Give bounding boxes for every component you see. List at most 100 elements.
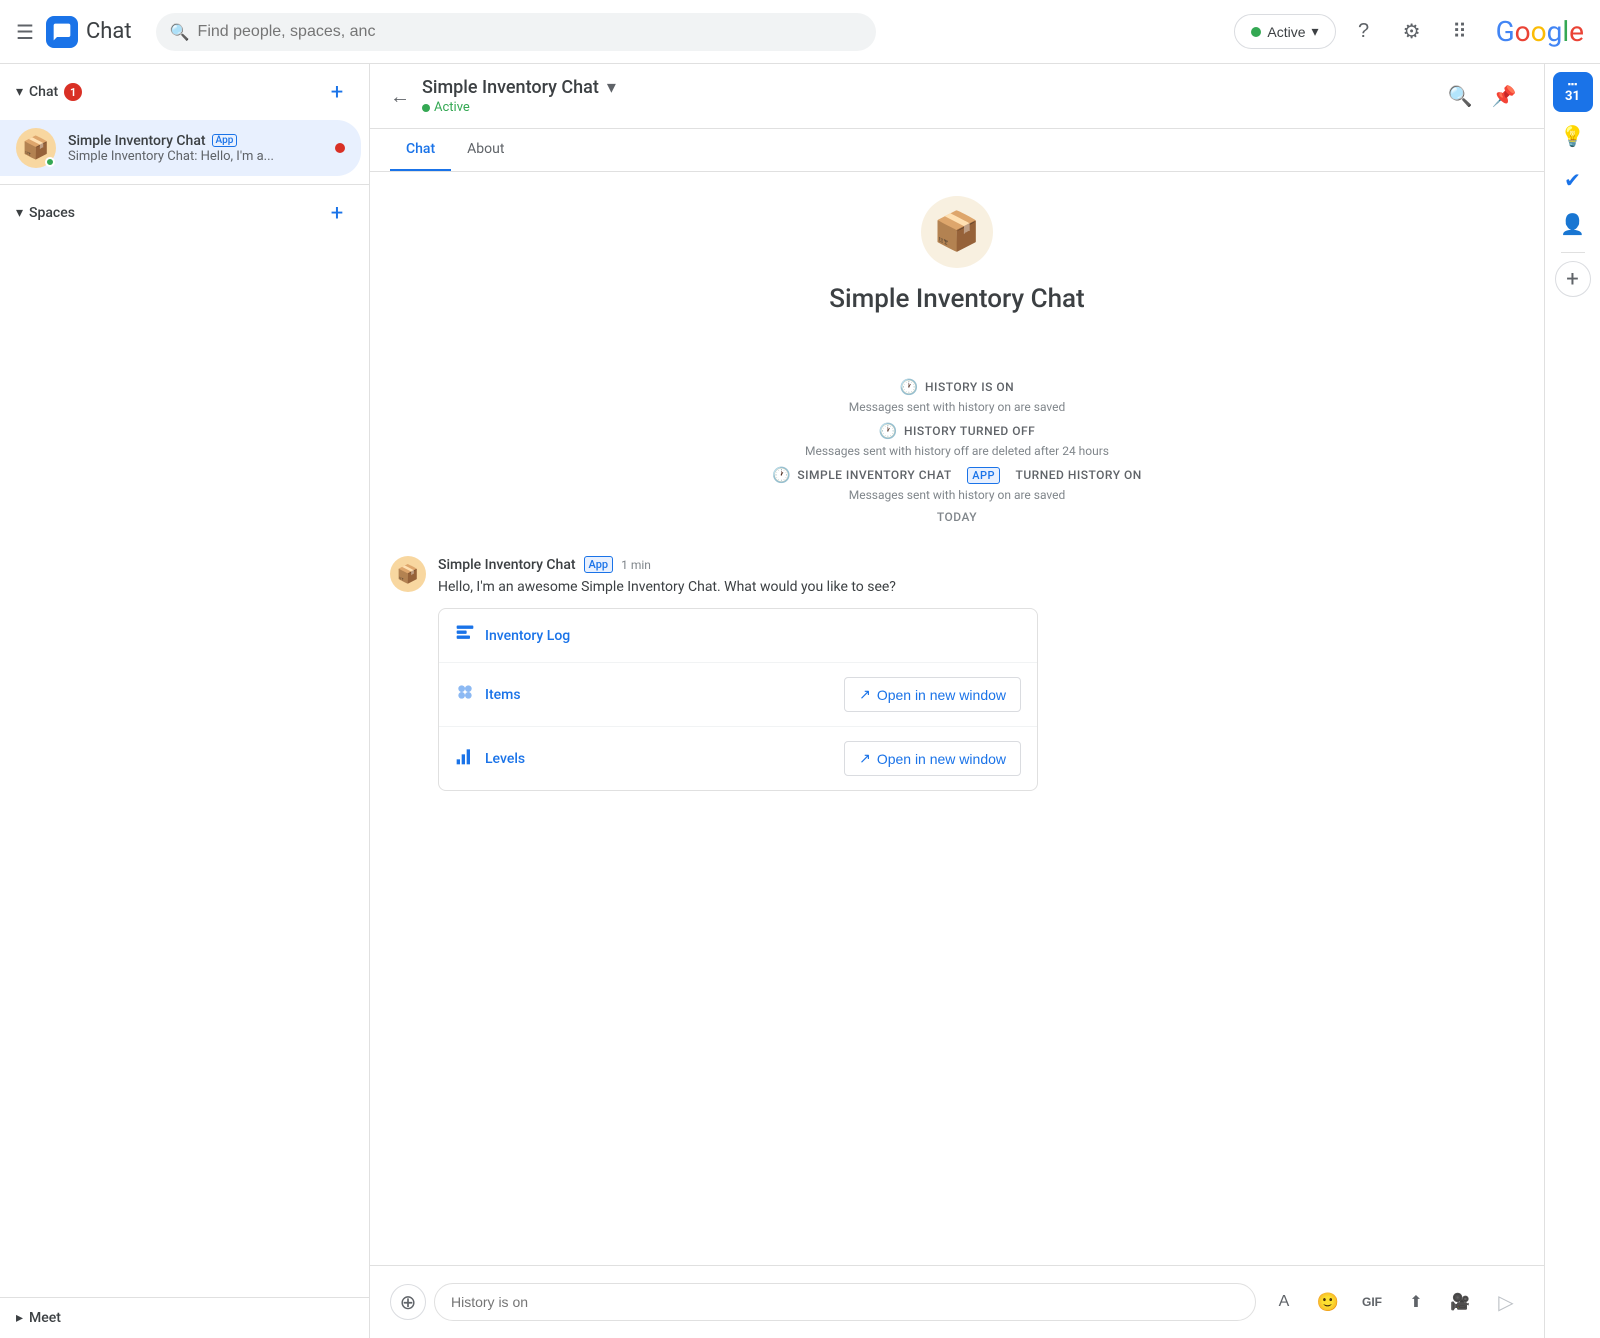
history-on2-icon: 🕐 — [772, 466, 791, 484]
chat-item-info: Simple Inventory Chat App Simple Invento… — [68, 133, 335, 164]
levels-open-new-window-button[interactable]: ↗ Open in new window — [844, 741, 1021, 776]
history-section: 🕐 HISTORY IS ON Messages sent with histo… — [390, 378, 1524, 524]
input-icons: A 🙂 GIF ⬆ 🎥 — [1264, 1282, 1480, 1322]
card-row-left-items: Items — [455, 682, 521, 707]
app-name-label: Chat — [86, 19, 132, 44]
spaces-section: ▾ Spaces + — [0, 184, 369, 241]
message-content: Simple Inventory Chat App 1 min Hello, I… — [438, 556, 1524, 791]
unread-dot — [335, 143, 345, 153]
spaces-section-title: ▾ Spaces — [16, 205, 75, 221]
history-on2-notice: 🕐 SIMPLE INVENTORY CHAT APP TURNED HISTO… — [390, 466, 1524, 502]
levels-label[interactable]: Levels — [485, 751, 525, 767]
chat-section-title: ▾ Chat 1 — [16, 83, 82, 101]
header-search-button[interactable]: 🔍 — [1440, 76, 1480, 116]
message-input[interactable] — [434, 1283, 1256, 1321]
meet-section-header[interactable]: ▸ Meet — [0, 1298, 369, 1338]
message-sender: Simple Inventory Chat — [438, 557, 576, 573]
spaces-section-header[interactable]: ▾ Spaces + — [0, 185, 369, 241]
app-logo: Chat — [46, 16, 132, 48]
calendar-sidebar-item[interactable]: ▪▪▪ 31 — [1553, 72, 1593, 112]
chat-header: ← Simple Inventory Chat ▾ Active 🔍 📌 — [370, 64, 1544, 129]
sidebar: ▾ Chat 1 + 📦 Simple Inventory Chat App S… — [0, 64, 370, 1338]
message-avatar: 📦 — [390, 556, 426, 592]
history-on-row: 🕐 HISTORY IS ON — [900, 378, 1014, 396]
app-badge-small: App — [212, 134, 238, 147]
text-format-button[interactable]: A — [1264, 1282, 1304, 1322]
chat-header-info: Simple Inventory Chat ▾ Active — [422, 77, 1440, 115]
chat-header-status: Active — [422, 100, 1440, 115]
card-row-left-levels: Levels — [455, 746, 525, 771]
gif-button[interactable]: GIF — [1352, 1282, 1392, 1322]
message-time: 1 min — [621, 558, 651, 572]
tasks-icon: ✔ — [1564, 168, 1581, 192]
search-icon: 🔍 — [170, 22, 190, 41]
add-chat-button[interactable]: + — [321, 76, 353, 108]
bot-name-large: Simple Inventory Chat — [829, 284, 1084, 314]
emoji-button[interactable]: 🙂 — [1308, 1282, 1348, 1322]
message-app-badge: App — [584, 556, 614, 573]
chevron-down-icon: ▾ — [1312, 23, 1319, 40]
search-input[interactable] — [156, 13, 876, 51]
right-sidebar: ▪▪▪ 31 💡 ✔ 👤 + — [1544, 64, 1600, 1338]
meet-section-label: Meet — [29, 1310, 61, 1326]
items-label[interactable]: Items — [485, 687, 521, 703]
upload-button[interactable]: ⬆ — [1396, 1282, 1436, 1322]
chat-header-chevron-icon[interactable]: ▾ — [607, 77, 616, 98]
history-off-row: 🕐 HISTORY TURNED OFF — [879, 422, 1035, 440]
header-pin-button[interactable]: 📌 — [1484, 76, 1524, 116]
items-icon — [455, 682, 475, 707]
send-button[interactable]: ▷ — [1488, 1284, 1524, 1320]
add-sidebar-item-button[interactable]: + — [1555, 261, 1591, 297]
apps-icon[interactable]: ⠿ — [1440, 12, 1480, 52]
chat-list-item[interactable]: 📦 Simple Inventory Chat App Simple Inven… — [0, 120, 361, 176]
tab-about[interactable]: About — [451, 129, 520, 171]
tasks-sidebar-item[interactable]: ✔ — [1553, 160, 1593, 200]
tab-chat[interactable]: Chat — [390, 129, 451, 171]
right-sidebar-divider — [1561, 252, 1585, 253]
help-icon[interactable]: ? — [1344, 12, 1384, 52]
inventory-log-label[interactable]: Inventory Log — [485, 628, 570, 644]
back-button[interactable]: ← — [390, 84, 410, 109]
status-label: Active — [1267, 24, 1305, 40]
today-label: TODAY — [390, 510, 1524, 524]
chat-area: ← Simple Inventory Chat ▾ Active 🔍 📌 Cha… — [370, 64, 1544, 1338]
history-on-label: HISTORY IS ON — [925, 380, 1014, 394]
contacts-sidebar-item[interactable]: 👤 — [1553, 204, 1593, 244]
input-add-button[interactable]: ⊕ — [390, 1284, 426, 1320]
sidebar-bottom: ▸ Meet — [0, 1297, 369, 1338]
header-status-dot — [422, 104, 430, 112]
levels-button-label: Open in new window — [877, 751, 1006, 767]
status-dot — [1251, 27, 1261, 37]
levels-external-link-icon: ↗ — [859, 750, 871, 767]
chat-section-header[interactable]: ▾ Chat 1 + — [0, 64, 369, 120]
meet-arrow-icon: ▸ — [16, 1310, 23, 1326]
chat-messages: 📦 Simple Inventory Chat 🕐 HISTORY IS ON … — [370, 172, 1544, 1265]
history-on-icon: 🕐 — [900, 378, 919, 396]
settings-icon[interactable]: ⚙ — [1392, 12, 1432, 52]
card-row-items: Items ↗ Open in new window — [439, 663, 1037, 727]
history-on2-suffix: TURNED HISTORY ON — [1016, 468, 1142, 482]
chat-item-name: Simple Inventory Chat App — [68, 133, 335, 149]
status-button[interactable]: Active ▾ — [1234, 14, 1335, 49]
card-row-left-inventory: Inventory Log — [455, 623, 570, 648]
search-bar[interactable]: 🔍 — [156, 13, 876, 51]
history-on2-prefix: SIMPLE INVENTORY CHAT — [797, 468, 951, 482]
meet-section-title: ▸ Meet — [16, 1310, 61, 1326]
levels-icon — [455, 746, 475, 771]
history-on-sub: Messages sent with history on are saved — [849, 400, 1066, 414]
spaces-arrow-icon: ▾ — [16, 205, 23, 221]
bot-intro: 📦 Simple Inventory Chat — [390, 196, 1524, 314]
history-on2-sub: Messages sent with history on are saved — [849, 488, 1066, 502]
add-space-button[interactable]: + — [321, 197, 353, 229]
bot-avatar-large: 📦 — [921, 196, 993, 268]
section-arrow-icon: ▾ — [16, 84, 23, 100]
contacts-icon: 👤 — [1560, 212, 1585, 236]
video-button[interactable]: 🎥 — [1440, 1282, 1480, 1322]
keep-sidebar-item[interactable]: 💡 — [1553, 116, 1593, 156]
items-open-new-window-button[interactable]: ↗ Open in new window — [844, 677, 1021, 712]
main-layout: ▾ Chat 1 + 📦 Simple Inventory Chat App S… — [0, 64, 1600, 1338]
history-off-label: HISTORY TURNED OFF — [904, 424, 1035, 438]
message-text: Hello, I'm an awesome Simple Inventory C… — [438, 577, 1524, 598]
menu-icon[interactable]: ☰ — [16, 20, 34, 44]
calendar-date: 31 — [1565, 90, 1580, 103]
